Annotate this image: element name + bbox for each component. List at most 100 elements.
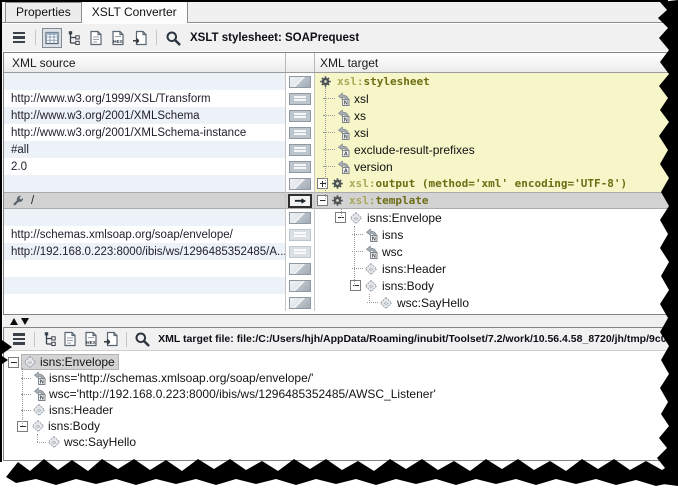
document-export-icon[interactable] <box>130 28 150 48</box>
gear-icon <box>331 177 344 190</box>
tree-node-xsl[interactable]: xsl <box>315 90 672 107</box>
document-icon[interactable] <box>61 329 79 349</box>
equals-mapping-button[interactable] <box>289 110 311 122</box>
gear-icon <box>331 194 344 207</box>
mapping-row-isns: http://schemas.xmlsoap.org/soap/envelope… <box>4 226 672 243</box>
result-panel: XML target file: file:/C:/Users/hjh/AppD… <box>3 327 673 461</box>
document-hex-icon[interactable] <box>82 329 100 349</box>
target-column-header[interactable]: XML target <box>315 53 672 72</box>
stylesheet-title: XSLT stylesheet: SOAPrequest <box>190 32 359 44</box>
tree-node-isns-body[interactable]: isns:Body <box>315 277 672 294</box>
target-file-toolbar: XML target file: file:/C:/Users/hjh/AppD… <box>4 328 672 351</box>
search-icon[interactable] <box>133 329 151 349</box>
result-node-envelope[interactable]: isns:Envelope <box>4 354 672 370</box>
arrow-mapping-button[interactable] <box>288 194 312 208</box>
mapping-row-xsl: http://www.w3.org/1999/XSL/Transform xsl <box>4 90 672 107</box>
tree-node-exclude-result-prefixes[interactable]: exclude-result-prefixes <box>315 141 672 158</box>
mapping-header: XML source XML target <box>4 53 672 73</box>
collapse-icon[interactable] <box>17 421 28 432</box>
element-icon <box>23 355 37 369</box>
tree-view-icon[interactable] <box>41 329 59 349</box>
namespace-icon <box>336 92 350 106</box>
mapping-column-header <box>286 53 315 72</box>
wrench-icon <box>11 194 25 208</box>
toolbar-separator <box>34 332 35 347</box>
collapse-down-icon[interactable] <box>21 318 29 325</box>
tab-xslt-converter[interactable]: XSLT Converter <box>81 1 188 23</box>
mapping-row-stylesheet: xsl:stylesheet <box>4 73 672 90</box>
search-icon[interactable] <box>163 28 183 48</box>
element-icon <box>47 435 61 449</box>
source-column-header[interactable]: XML source <box>4 53 286 72</box>
tree-node-wsc[interactable]: wsc <box>315 243 672 260</box>
namespace-icon <box>32 387 46 401</box>
tree-node-xsl-template[interactable]: xsl:template <box>315 192 672 209</box>
toolbar-separator <box>35 30 36 45</box>
tree-node-wsc-sayhello[interactable]: wsc:SayHello <box>315 294 672 311</box>
tab-strip: Properties XSLT Converter <box>2 2 670 23</box>
mapping-row-output: xsl:output (method='xml' encoding='UTF-8… <box>4 175 672 192</box>
toolbar-separator <box>156 30 157 45</box>
menu-icon[interactable] <box>9 28 29 48</box>
tree-node-xsl-stylesheet[interactable]: xsl:stylesheet <box>315 73 672 90</box>
assign-button[interactable] <box>289 263 311 275</box>
element-icon <box>32 403 46 417</box>
target-file-path: XML target file: file:/C:/Users/hjh/AppD… <box>158 333 672 345</box>
namespace-icon <box>364 228 378 242</box>
mapping-row-body: isns:Body <box>4 277 672 294</box>
result-node-header[interactable]: isns:Header <box>4 402 672 418</box>
namespace-icon <box>364 245 378 259</box>
right-arrow-icon <box>294 197 307 205</box>
element-icon <box>349 211 363 225</box>
document-export-icon[interactable] <box>102 329 120 349</box>
assign-button[interactable] <box>289 212 311 224</box>
menu-icon[interactable] <box>10 329 28 349</box>
document-hex-icon[interactable] <box>108 28 128 48</box>
namespace-icon <box>336 109 350 123</box>
tree-node-xs[interactable]: xs <box>315 107 672 124</box>
mapping-row-envelope: isns:Envelope <box>4 209 672 226</box>
equals-mapping-button[interactable] <box>289 93 311 105</box>
collapse-icon[interactable] <box>8 357 19 368</box>
tree-view-icon[interactable] <box>64 28 84 48</box>
equals-mapping-button[interactable] <box>289 246 311 258</box>
collapse-up-icon[interactable] <box>10 318 18 325</box>
expand-icon[interactable] <box>317 178 328 189</box>
element-icon <box>379 296 393 310</box>
mapping-rows: xsl:stylesheet http://www.w3.org/1999/XS… <box>4 73 672 311</box>
tab-properties[interactable]: Properties <box>5 2 82 22</box>
stylesheet-toolbar: XSLT stylesheet: SOAPrequest <box>2 24 670 51</box>
equals-mapping-button[interactable] <box>289 229 311 241</box>
mapping-row-xs: http://www.w3.org/2001/XMLSchema xs <box>4 107 672 124</box>
mapping-row-sayhello: wsc:SayHello <box>4 294 672 311</box>
collapse-icon[interactable] <box>317 195 328 206</box>
gear-icon <box>319 75 332 88</box>
tree-node-xsi[interactable]: xsi <box>315 124 672 141</box>
mapping-panel: XML source XML target xsl:stylesheet htt… <box>3 52 673 315</box>
mapping-row-header: isns:Header <box>4 260 672 277</box>
collapse-icon[interactable] <box>335 212 346 223</box>
collapse-icon[interactable] <box>350 280 361 291</box>
result-node-isns-namespace[interactable]: isns='http://schemas.xmlsoap.org/soap/en… <box>4 370 672 386</box>
tree-node-isns[interactable]: isns <box>315 226 672 243</box>
result-tree: isns:Envelope isns='http://schemas.xmlso… <box>4 351 672 450</box>
table-view-icon[interactable] <box>42 28 62 48</box>
equals-mapping-button[interactable] <box>289 144 311 156</box>
equals-mapping-button[interactable] <box>289 161 311 173</box>
tree-node-version[interactable]: version <box>315 158 672 175</box>
document-icon[interactable] <box>86 28 106 48</box>
result-node-body[interactable]: isns:Body <box>4 418 672 434</box>
tree-node-isns-header[interactable]: isns:Header <box>315 260 672 277</box>
equals-mapping-button[interactable] <box>289 127 311 139</box>
assign-button[interactable] <box>289 178 311 190</box>
mapping-row-version: 2.0 version <box>4 158 672 175</box>
namespace-icon <box>336 126 350 140</box>
result-node-wsc-namespace[interactable]: wsc='http://192.168.0.223:8000/ibis/ws/1… <box>4 386 672 402</box>
split-pane-divider[interactable] <box>3 315 673 327</box>
result-node-sayhello[interactable]: wsc:SayHello <box>4 434 672 450</box>
tree-node-isns-envelope[interactable]: isns:Envelope <box>315 209 672 226</box>
assign-button[interactable] <box>289 280 311 292</box>
assign-button[interactable] <box>289 76 311 88</box>
tree-node-xsl-output[interactable]: xsl:output (method='xml' encoding='UTF-8… <box>315 175 672 192</box>
assign-button[interactable] <box>289 297 311 309</box>
